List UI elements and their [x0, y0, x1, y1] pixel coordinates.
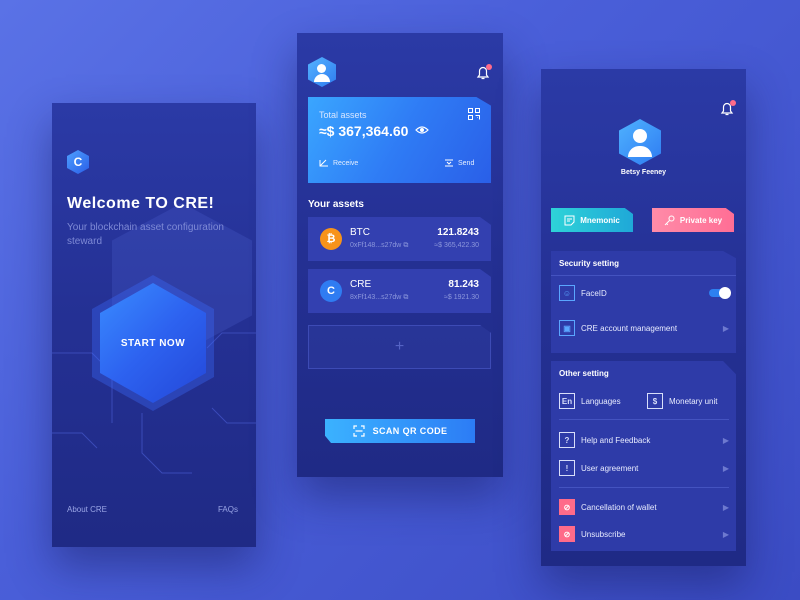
help-feedback-row[interactable]: ? Help and Feedback ▶	[559, 430, 729, 450]
asset-name: BTC	[350, 227, 370, 238]
send-button[interactable]: Send	[444, 159, 474, 167]
asset-fiat-value: ≈$ 365,422.30	[434, 242, 479, 249]
faceid-toggle[interactable]	[709, 287, 731, 299]
welcome-screen: C Welcome TO CRE! Your blockchain asset …	[52, 103, 256, 547]
notification-bell-icon[interactable]	[719, 100, 736, 117]
send-icon	[445, 159, 453, 167]
copy-icon[interactable]: ⧉	[403, 294, 408, 301]
receive-icon	[319, 159, 328, 167]
profile-name: Betsy Feeney	[620, 169, 667, 176]
asset-balance: 81.243	[448, 279, 479, 290]
languages-row[interactable]: En Languages	[559, 391, 641, 411]
help-icon: ?	[559, 432, 575, 448]
faceid-icon: ☺	[559, 285, 575, 301]
user-agreement-row[interactable]: ! User agreement ▶	[559, 458, 729, 478]
info-icon: !	[559, 460, 575, 476]
document-icon	[564, 215, 575, 225]
user-avatar-icon[interactable]	[308, 57, 336, 87]
notification-dot	[730, 100, 736, 106]
profile-screen: Betsy Feeney Mnemonic Private key Securi…	[541, 69, 746, 566]
mnemonic-label: Mnemonic	[580, 215, 620, 225]
wallet-cancel-icon: ⊘	[559, 499, 575, 515]
asset-address: 8xFf143...s27dw ⧉	[350, 294, 409, 301]
chevron-right-icon: ▶	[722, 435, 729, 445]
divider	[551, 275, 736, 276]
start-now-label: START NOW	[120, 337, 186, 349]
security-settings-panel: Security setting ☺ FaceID ▣ CRE account …	[551, 251, 736, 353]
your-assets-title: Your assets	[308, 199, 364, 210]
copy-icon[interactable]: ⧉	[403, 242, 408, 249]
asset-balance: 121.8243	[437, 227, 479, 238]
asset-name: CRE	[350, 279, 372, 290]
unsubscribe-row[interactable]: ⊘ Unsubscribe ▶	[559, 524, 729, 544]
receive-label: Receive	[333, 159, 359, 167]
send-label: Send	[458, 159, 475, 167]
chevron-right-icon: ▶	[722, 463, 729, 473]
profile-avatar-icon[interactable]	[619, 119, 661, 165]
faceid-label: FaceID	[581, 288, 607, 298]
dollar-icon: $	[647, 393, 663, 409]
asset-fiat-value: ≈$ 1921.30	[444, 294, 479, 301]
mnemonic-button[interactable]: Mnemonic	[551, 208, 633, 232]
notification-bell-icon[interactable]	[475, 64, 492, 81]
cre-coin-icon: C	[320, 280, 342, 302]
divider	[559, 487, 729, 488]
other-settings-title: Other setting	[559, 369, 609, 378]
eye-icon[interactable]	[415, 125, 429, 135]
wallet-icon: ▣	[559, 320, 575, 336]
security-settings-title: Security setting	[559, 259, 620, 268]
receive-button[interactable]: Receive	[319, 159, 358, 167]
monetary-unit-row[interactable]: $ Monetary unit	[647, 391, 731, 411]
bitcoin-icon: ₿	[320, 228, 342, 250]
other-settings-panel: Other setting En Languages $ Monetary un…	[551, 361, 736, 551]
monetary-unit-label: Monetary unit	[669, 396, 718, 406]
welcome-title: Welcome TO CRE!	[67, 195, 215, 212]
cancellation-wallet-row[interactable]: ⊘ Cancellation of wallet ▶	[559, 497, 729, 517]
unsubscribe-label: Unsubscribe	[581, 529, 626, 539]
faceid-row[interactable]: ☺ FaceID	[559, 283, 731, 303]
unsubscribe-icon: ⊘	[559, 526, 575, 542]
scan-icon	[352, 425, 365, 437]
plus-icon: +	[394, 338, 405, 355]
asset-address: 0xFf148...s27dw ⧉	[350, 242, 409, 249]
about-cre-link[interactable]: About CRE	[67, 505, 107, 514]
languages-label: Languages	[581, 396, 621, 406]
cancellation-wallet-label: Cancellation of wallet	[581, 502, 657, 512]
user-agreement-label: User agreement	[581, 463, 639, 473]
total-assets-card: Total assets ≈$ 367,364.60 Receive Send	[308, 97, 491, 183]
faqs-link[interactable]: FAQs	[218, 505, 238, 514]
key-icon	[664, 215, 675, 225]
private-key-label: Private key	[679, 215, 723, 225]
asset-row-cre[interactable]: C CRE 8xFf143...s27dw ⧉ 81.243 ≈$ 1921.3…	[308, 269, 491, 313]
account-management-label: CRE account management	[581, 323, 678, 333]
wallet-screen: Total assets ≈$ 367,364.60 Receive Send …	[297, 33, 503, 477]
scan-qr-code-label: SCAN QR CODE	[372, 426, 448, 436]
languages-icon: En	[559, 393, 575, 409]
scan-qr-code-button[interactable]: SCAN QR CODE	[325, 419, 475, 443]
welcome-subtitle: Your blockchain asset configuration stew…	[67, 222, 224, 247]
asset-row-btc[interactable]: ₿ BTC 0xFf148...s27dw ⧉ 121.8243 ≈$ 365,…	[308, 217, 491, 261]
chevron-right-icon: ▶	[722, 502, 729, 512]
total-assets-value: ≈$ 367,364.60	[319, 123, 409, 139]
notification-dot	[486, 64, 492, 70]
add-asset-button[interactable]: +	[308, 325, 491, 369]
private-key-button[interactable]: Private key	[652, 208, 734, 232]
help-feedback-label: Help and Feedback	[581, 435, 651, 445]
account-management-row[interactable]: ▣ CRE account management ▶	[559, 318, 729, 338]
chevron-right-icon: ▶	[722, 529, 729, 539]
chevron-right-icon: ▶	[722, 323, 729, 333]
total-assets-label: Total assets	[319, 110, 367, 120]
divider	[559, 419, 729, 420]
qr-code-icon[interactable]	[468, 108, 480, 120]
